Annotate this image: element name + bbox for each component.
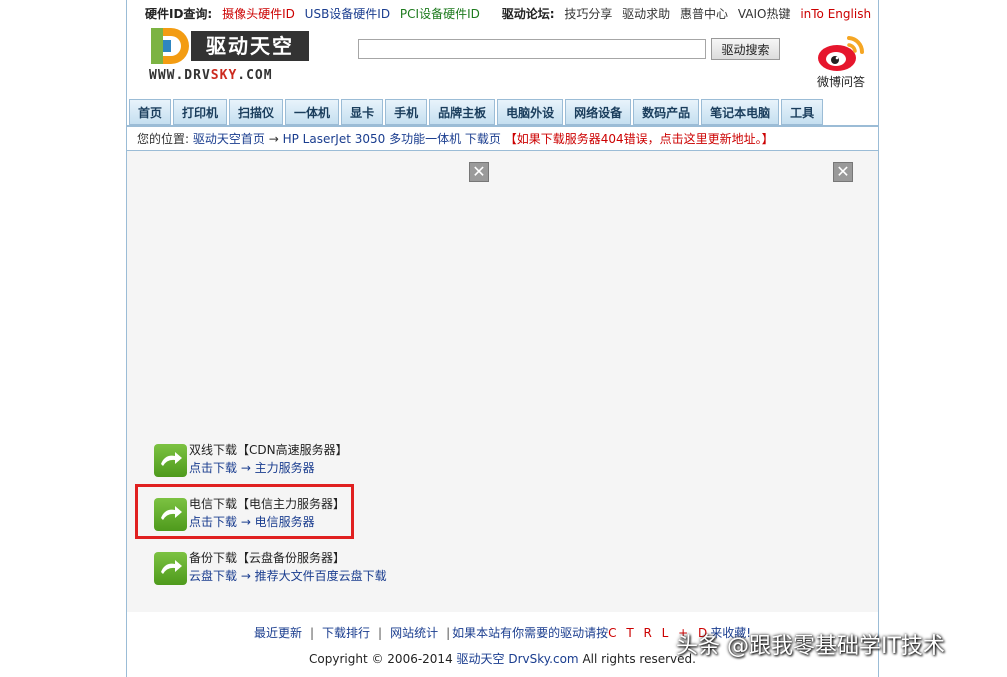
nav-item[interactable]: 手机 [385,99,428,125]
site-stats-link[interactable]: 网站统计 [390,626,438,640]
download-content-area: ✕ ✕ 双线下载【CDN高速服务器】 点击下载 → 主力服务器 电信下载【电信主… [127,151,878,612]
download-arrow-icon [154,552,187,585]
hwid-label: 硬件ID查询: [145,7,213,21]
download-title: 双线下载【CDN高速服务器】 [189,443,348,457]
hp-center-link[interactable]: 惠普中心 [680,7,728,21]
download-ranking-link[interactable]: 下载排行 [322,626,370,640]
bookmark-hint: 如果本站有你需要的驱动请按 [452,626,609,640]
watermark: 头条 @跟我零基础学IT技术 [676,634,945,659]
forum-label: 驱动论坛: [501,7,555,21]
breadcrumb-prefix: 您的位置: [137,132,190,146]
recent-updates-link[interactable]: 最近更新 [254,626,302,640]
download-title: 备份下载【云盘备份服务器】 [189,551,346,565]
nav-item[interactable]: 扫描仪 [229,99,284,125]
nav-item[interactable]: 电脑外设 [497,99,564,125]
breadcrumb-arrow: → [268,132,279,146]
search-button[interactable]: 驱动搜索 [711,38,780,60]
logo-url: WWW.DRVSKY.COM [149,68,273,83]
help-link[interactable]: 驱动求助 [622,7,670,21]
breadcrumb-home-link[interactable]: 驱动天空首页 [193,132,265,146]
nav-item[interactable]: 数码产品 [633,99,700,125]
download-item-cdn[interactable]: 双线下载【CDN高速服务器】 点击下载 → 主力服务器 [154,441,414,481]
breadcrumb-page-link[interactable]: HP LaserJet 3050 多功能一体机 下载页 [283,132,501,146]
nav-item[interactable]: 工具 [781,99,824,125]
main-nav: 首页 打印机 扫描仪 一体机 显卡 手机 品牌主板 电脑外设 网络设备 数码产品 笔记本电脑 工具 [129,99,878,125]
nav-item[interactable]: 一体机 [285,99,340,125]
download-arrow-icon [154,444,187,477]
nav-item[interactable]: 首页 [129,99,172,125]
page-container: 硬件ID查询: 摄像头硬件ID USB设备硬件ID PCI设备硬件ID 驱动论坛… [126,0,879,677]
site-cn-link[interactable]: 驱动天空 [457,652,505,666]
nav-item[interactable]: 网络设备 [565,99,632,125]
download-link[interactable]: 点击下载 → 主力服务器 [189,459,315,476]
nav-item[interactable]: 笔记本电脑 [701,99,780,125]
top-link-bar: 硬件ID查询: 摄像头硬件ID USB设备硬件ID PCI设备硬件ID 驱动论坛… [145,5,877,23]
copyright-prefix: Copyright © 2006-2014 [309,652,453,666]
breadcrumb: 您的位置: 驱动天空首页 → HP LaserJet 3050 多功能一体机 下… [137,130,774,147]
camera-id-link[interactable]: 摄像头硬件ID [222,7,295,21]
search-input[interactable] [358,39,706,59]
weibo-icon [818,36,865,71]
pci-id-link[interactable]: PCI设备硬件ID [400,7,480,21]
nav-item[interactable]: 品牌主板 [429,99,496,125]
logo-chinese-name: 驱动天空 [191,31,309,61]
tips-link[interactable]: 技巧分享 [564,7,612,21]
download-link[interactable]: 云盘下载 → 推荐大文件百度云盘下载 [189,567,387,584]
drvsky-logo-icon [151,28,189,64]
server-404-notice-link[interactable]: 【如果下载服务器404错误，点击这里更新地址。】 [505,132,774,146]
nav-item[interactable]: 显卡 [341,99,384,125]
site-en-link[interactable]: DrvSky.com [508,652,578,666]
ad-close-icon[interactable]: ✕ [833,162,853,182]
nav-divider [127,125,878,127]
site-logo[interactable]: 驱动天空 WWW.DRVSKY.COM [147,26,312,86]
ad-close-icon[interactable]: ✕ [469,162,489,182]
weibo-label[interactable]: 微博问答 [811,73,871,90]
download-item-backup[interactable]: 备份下载【云盘备份服务器】 云盘下载 → 推荐大文件百度云盘下载 [154,549,414,589]
highlight-box [135,484,354,539]
usb-id-link[interactable]: USB设备硬件ID [305,7,390,21]
nav-item[interactable]: 打印机 [173,99,228,125]
vaio-link[interactable]: VAIO热键 [738,7,791,21]
english-link[interactable]: inTo English [800,7,871,21]
